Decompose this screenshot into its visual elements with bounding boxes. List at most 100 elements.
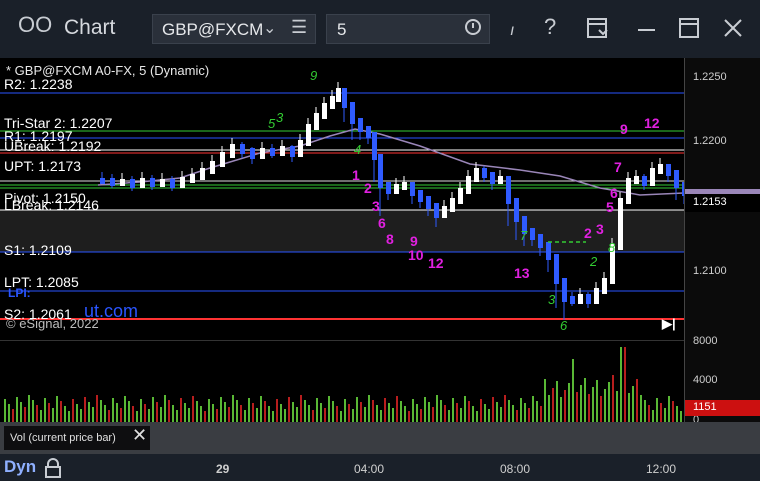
volume-bar [452, 398, 454, 423]
volume-bar [444, 405, 446, 423]
minimize-icon[interactable] [636, 18, 658, 40]
price-bar [394, 184, 399, 194]
sequential-count-label: 5 [606, 199, 614, 215]
volume-axis[interactable]: 8000 4000 0 1151 [684, 335, 760, 426]
maximize-icon[interactable] [678, 17, 700, 39]
symbol-input[interactable]: GBP@FXCM ⌄ ☰ [152, 14, 316, 44]
volume-bar [148, 409, 150, 423]
volume-bar [672, 401, 674, 423]
interval-input[interactable]: 5 [326, 14, 490, 44]
current-price-label: 1.2153 [693, 196, 727, 208]
help-icon[interactable]: ? [544, 14, 556, 40]
price-bar [674, 170, 679, 188]
link-group-icon[interactable]: OO [18, 12, 52, 38]
volume-bar [560, 397, 562, 423]
volume-bar [100, 400, 102, 423]
volume-bar [508, 400, 510, 423]
close-study-icon[interactable]: ✕ [132, 425, 147, 446]
time-axis[interactable]: Dyn 29 04:00 08:00 12:00 [0, 454, 760, 481]
symbol-menu-icon[interactable]: ☰ [291, 17, 307, 38]
volume-bars [4, 347, 682, 423]
volume-bar [588, 394, 590, 423]
volume-bar [400, 401, 402, 423]
price-bar [482, 168, 487, 178]
price-bar [562, 278, 567, 302]
price-bar [322, 103, 327, 119]
chevron-down-icon[interactable]: ⌄ [263, 18, 276, 38]
price-bar [586, 294, 591, 304]
volume-study-label: Vol (current price bar) [10, 432, 116, 444]
volume-bar [316, 398, 318, 423]
volume-chart[interactable] [0, 340, 684, 423]
price-chart-canvas[interactable]: 12368 910 12132 35679 1295 3472368 R2: 1.2238… [0, 58, 684, 340]
volume-bar [352, 409, 354, 423]
price-bar [466, 176, 471, 194]
price-bar [358, 118, 363, 132]
volume-bar [208, 399, 210, 423]
scroll-to-end-icon[interactable]: ▶| [662, 316, 676, 332]
volume-bar [80, 409, 82, 423]
clock-icon[interactable] [465, 19, 481, 35]
price-bar [618, 198, 623, 250]
volume-bar [668, 396, 670, 423]
chart-header: * GBP@FXCM A0-FX, 5 (Dynamic) [6, 63, 210, 78]
pivot-level-label: S1: 1.2109 [4, 242, 72, 258]
volume-bar [260, 396, 262, 423]
volume-bar [256, 408, 258, 423]
current-volume-marker: 1151 [685, 400, 760, 416]
volume-bar [12, 409, 14, 423]
price-bar [298, 140, 303, 157]
volume-bar [596, 380, 598, 423]
sequential-count-label: 3 [276, 110, 284, 125]
volume-bar [4, 399, 6, 423]
volume-bar [496, 402, 498, 423]
volume-bar [44, 398, 46, 423]
volume-bar [348, 404, 350, 423]
volume-study-tab[interactable]: Vol (current price bar) ✕ [4, 425, 150, 450]
sequential-count-label: 9 [310, 68, 317, 83]
volume-bar [544, 379, 546, 423]
price-axis[interactable]: 1.2250 1.2200 1.2100 1.2153 [684, 58, 760, 340]
price-bar [120, 179, 125, 186]
price-bar [110, 178, 115, 186]
price-bar [220, 152, 225, 167]
volume-bar [608, 382, 610, 423]
price-chart[interactable]: 1 2 3 6 8 9 10 12 13 2 3 5 6 7 9 12 9 5 3 4 7 2 3 6 8 R2: 1.2238… [0, 58, 684, 340]
volume-bar [456, 403, 458, 423]
volume-bar [388, 403, 390, 423]
lock-icon[interactable] [44, 458, 62, 478]
volume-bar [192, 396, 194, 423]
volume-bar [48, 403, 50, 423]
sequential-count-label: 13 [514, 265, 530, 281]
volume-bar [580, 385, 582, 423]
volume-bar [320, 403, 322, 423]
dynamic-mode-label[interactable]: Dyn [4, 457, 36, 477]
price-bar [434, 203, 439, 218]
price-bar [554, 254, 559, 284]
page-options-icon[interactable] [586, 16, 610, 40]
close-icon[interactable] [722, 17, 744, 39]
price-bar [230, 144, 235, 158]
volume-bar [220, 397, 222, 423]
volume-bar [648, 405, 650, 423]
price-bar [658, 164, 663, 174]
sequential-count-label: 2 [584, 225, 592, 241]
interval-value: 5 [337, 20, 347, 39]
volume-bar [504, 395, 506, 423]
drawing-tool-icon[interactable]: ı [510, 22, 514, 40]
volume-bar [232, 395, 234, 423]
volume-bar [236, 400, 238, 423]
volume-bar [360, 402, 362, 423]
volume-bar [644, 400, 646, 423]
volume-bar [64, 406, 66, 423]
price-bar [594, 288, 599, 304]
price-bar [130, 179, 135, 188]
price-bar [546, 242, 551, 260]
price-bar [306, 124, 311, 146]
price-bar [626, 178, 631, 204]
price-bar [402, 182, 407, 190]
volume-bar [528, 408, 530, 423]
volume-bar [592, 387, 594, 423]
price-bar [342, 88, 347, 108]
volume-bar [576, 392, 578, 423]
